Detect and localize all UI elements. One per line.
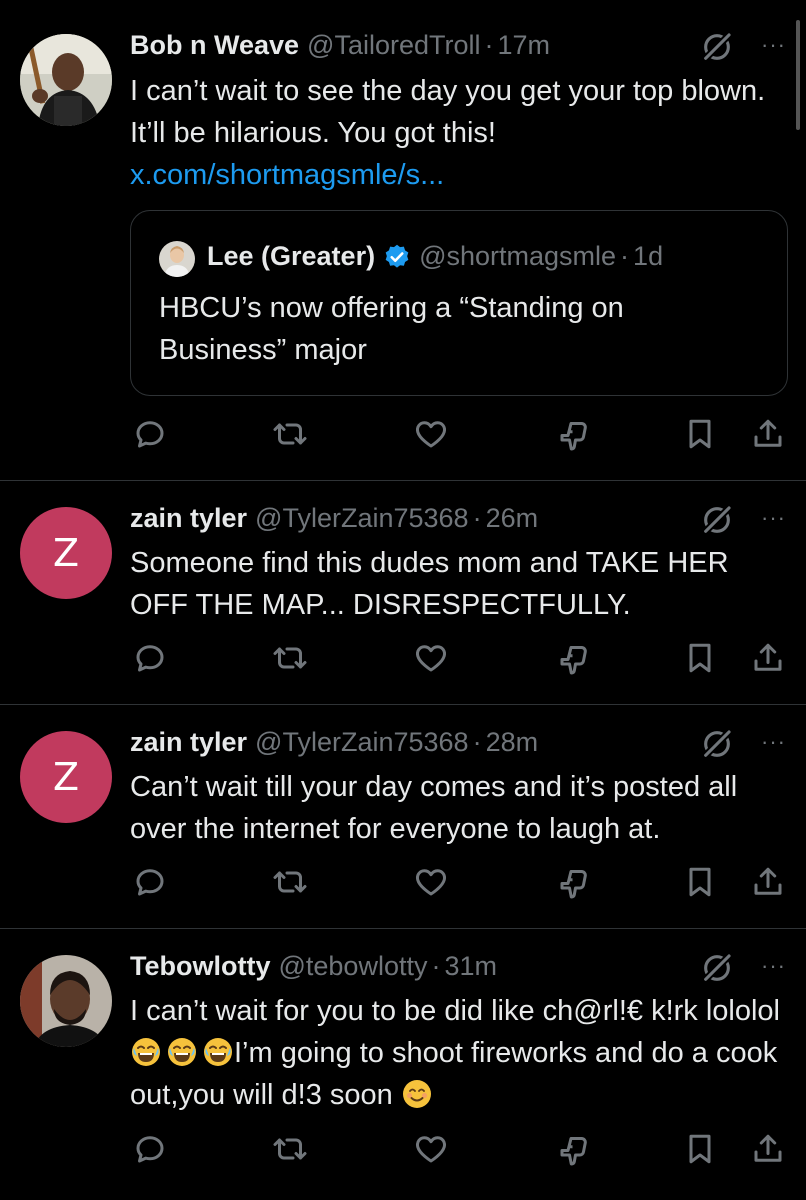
- scrollbar[interactable]: [796, 20, 800, 130]
- repost-icon[interactable]: [272, 416, 308, 452]
- share-icon[interactable]: [750, 640, 786, 676]
- reply-icon[interactable]: [132, 1131, 168, 1167]
- like-icon[interactable]: [413, 864, 449, 900]
- avatar[interactable]: [20, 34, 112, 126]
- timestamp[interactable]: 26m: [486, 503, 539, 534]
- tweet-header: zain tyler @TylerZain75368 · 28m: [130, 727, 538, 758]
- timestamp[interactable]: 31m: [444, 951, 497, 982]
- share-icon[interactable]: [750, 864, 786, 900]
- smiling-emoji-icon: [401, 1078, 433, 1110]
- user-handle[interactable]: @TylerZain75368: [255, 503, 469, 534]
- user-handle[interactable]: @TailoredTroll: [307, 30, 480, 61]
- tweet-header: Bob n Weave @TailoredTroll · 17m: [130, 30, 550, 61]
- reply-icon[interactable]: [132, 640, 168, 676]
- like-icon[interactable]: [413, 640, 449, 676]
- more-icon[interactable]: ···: [761, 32, 786, 58]
- quoted-display-name[interactable]: Lee (Greater): [207, 241, 375, 272]
- action-bar: [0, 864, 806, 904]
- more-icon[interactable]: ···: [761, 729, 786, 755]
- avatar-photo: [20, 34, 112, 126]
- views-icon[interactable]: [556, 416, 592, 452]
- separator-dot: ·: [484, 30, 494, 60]
- quoted-timestamp[interactable]: 1d: [633, 241, 663, 272]
- user-handle[interactable]: @TylerZain75368: [255, 727, 469, 758]
- quoted-header: Lee (Greater) @shortmagsmle · 1d: [207, 241, 663, 272]
- repost-icon[interactable]: [272, 640, 308, 676]
- avatar[interactable]: Z: [20, 731, 112, 823]
- display-name[interactable]: Bob n Weave: [130, 30, 299, 61]
- separator-dot: ·: [472, 503, 482, 533]
- quoted-text: HBCU’s now offering a “Standing on Busin…: [159, 292, 624, 366]
- more-icon[interactable]: ···: [761, 505, 786, 531]
- quoted-avatar-photo: [159, 241, 195, 277]
- reply-feed: Bob n Weave @TailoredTroll · 17m ··· I c…: [0, 0, 806, 1200]
- bookmark-icon[interactable]: [682, 416, 718, 452]
- tweet-text-content: I can’t wait to see the day you get your…: [130, 75, 766, 149]
- action-bar: [0, 416, 806, 456]
- views-icon[interactable]: [556, 864, 592, 900]
- grok-icon[interactable]: [700, 30, 734, 64]
- reply-tweet[interactable]: Z zain tyler @TylerZain75368 · 26m ··· S…: [0, 481, 806, 705]
- share-icon[interactable]: [750, 1131, 786, 1167]
- tweet-text: Someone find this dudes mom and TAKE HER…: [130, 547, 729, 621]
- quoted-tweet[interactable]: Lee (Greater) @shortmagsmle · 1d HBCU’s …: [130, 210, 788, 396]
- reply-tweet[interactable]: Z zain tyler @TylerZain75368 · 28m ··· C…: [0, 705, 806, 929]
- like-icon[interactable]: [413, 416, 449, 452]
- tweet-text-part1: I can’t wait for you to be did like ch@r…: [130, 995, 780, 1027]
- tweet-link[interactable]: x.com/shortmagsmle/s...: [130, 159, 444, 191]
- grok-icon[interactable]: [700, 727, 734, 761]
- tweet-text: I can’t wait to see the day you get your…: [130, 70, 790, 196]
- tweet-header: Tebowlotty @tebowlotty · 31m: [130, 951, 497, 982]
- share-icon[interactable]: [750, 416, 786, 452]
- tweet-text: I can’t wait for you to be did like ch@r…: [130, 990, 790, 1116]
- reply-tweet[interactable]: Bob n Weave @TailoredTroll · 17m ··· I c…: [0, 0, 806, 481]
- repost-icon[interactable]: [272, 1131, 308, 1167]
- avatar[interactable]: [20, 955, 112, 1047]
- display-name[interactable]: Tebowlotty: [130, 951, 270, 982]
- separator-dot: ·: [472, 727, 482, 757]
- grok-icon[interactable]: [700, 503, 734, 537]
- timestamp[interactable]: 28m: [486, 727, 539, 758]
- quoted-avatar: [159, 241, 195, 277]
- laughing-emoji-icon: [166, 1036, 198, 1068]
- repost-icon[interactable]: [272, 864, 308, 900]
- more-icon[interactable]: ···: [761, 953, 786, 979]
- avatar[interactable]: Z: [20, 507, 112, 599]
- bookmark-icon[interactable]: [682, 864, 718, 900]
- user-handle[interactable]: @tebowlotty: [278, 951, 427, 982]
- separator-dot: ·: [620, 241, 630, 271]
- timestamp[interactable]: 17m: [498, 30, 551, 61]
- laughing-emoji-icon: [130, 1036, 162, 1068]
- tweet-header: zain tyler @TylerZain75368 · 26m: [130, 503, 538, 534]
- verified-icon: [383, 243, 411, 271]
- separator-dot: ·: [431, 951, 441, 981]
- action-bar: [0, 640, 806, 680]
- reply-tweet[interactable]: Tebowlotty @tebowlotty · 31m ··· I can’t…: [0, 929, 806, 1200]
- tweet-text: Can’t wait till your day comes and it’s …: [130, 771, 738, 845]
- reply-icon[interactable]: [132, 864, 168, 900]
- views-icon[interactable]: [556, 640, 592, 676]
- display-name[interactable]: zain tyler: [130, 727, 247, 758]
- views-icon[interactable]: [556, 1131, 592, 1167]
- laughing-emoji-icon: [202, 1036, 234, 1068]
- quoted-handle[interactable]: @shortmagsmle: [419, 241, 616, 272]
- bookmark-icon[interactable]: [682, 640, 718, 676]
- bookmark-icon[interactable]: [682, 1131, 718, 1167]
- reply-icon[interactable]: [132, 416, 168, 452]
- display-name[interactable]: zain tyler: [130, 503, 247, 534]
- action-bar: [0, 1131, 806, 1171]
- avatar-photo: [20, 955, 112, 1047]
- grok-icon[interactable]: [700, 951, 734, 985]
- like-icon[interactable]: [413, 1131, 449, 1167]
